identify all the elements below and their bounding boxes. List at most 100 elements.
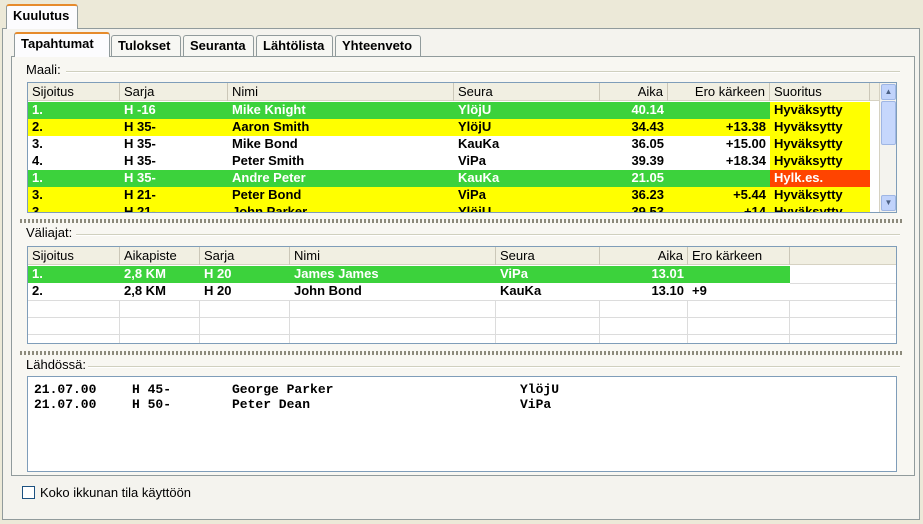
maali-cell: 2. (32, 119, 43, 134)
maali-cell: H 35- (124, 153, 156, 168)
maali-cell: Hyväksytty (770, 204, 870, 212)
valiajat-cell (688, 266, 790, 283)
maali-col-5[interactable]: Ero kärkeen (668, 83, 770, 101)
maali-grid[interactable]: Sijoitus Sarja Nimi Seura Aika Ero kärkeen Suo… (27, 82, 897, 213)
tab-kuulutus[interactable]: Kuulutus (6, 4, 78, 29)
maali-cell: YlöjU (458, 119, 492, 134)
lahdossa-time: 21.07.00 (34, 397, 97, 412)
valiajat-col-5[interactable]: Aika (600, 247, 688, 265)
maali-cell: Mike Bond (232, 136, 298, 151)
grid-line (28, 317, 896, 318)
table-row[interactable]: 1. H 35- Andre Peter KauKa 21.05 Hylk.es. (28, 170, 870, 187)
maali-cell: Mike Knight (232, 102, 306, 117)
valiajat-cell: KauKa (500, 283, 542, 298)
valiajat-cell: 13.01 (651, 266, 684, 281)
maali-cell: ViPa (458, 187, 486, 202)
valiajat-label: Väliajat: (26, 225, 73, 240)
maali-label: Maali: (26, 62, 61, 77)
valiajat-col-4[interactable]: Seura (496, 247, 600, 265)
scrollbar-thumb[interactable] (881, 101, 896, 145)
maali-cell: KauKa (458, 170, 500, 185)
maali-cell: 36.23 (631, 187, 664, 202)
maali-col-1[interactable]: Sarja (120, 83, 228, 101)
maali-cell: +18.34 (725, 153, 766, 168)
table-row[interactable]: 2. 2,8 KM H 20 John Bond KauKa 13.10 +9 (28, 283, 790, 300)
maali-cell: +5.44 (733, 187, 766, 202)
maali-cell: 3. (32, 204, 43, 213)
maali-cell: 21.05 (631, 170, 664, 185)
valiajat-cell: ViPa (500, 266, 528, 281)
maali-cell: Hyväksytty (770, 119, 870, 136)
grid-line (28, 334, 896, 335)
splitter-2[interactable] (20, 351, 902, 355)
valiajat-col-3[interactable]: Nimi (290, 247, 496, 265)
tab-tapahtumat[interactable]: Tapahtumat (14, 32, 110, 57)
valiajat-cell: 13.10 (651, 283, 684, 298)
maali-col-2[interactable]: Nimi (228, 83, 454, 101)
valiajat-cell: H 20 (204, 283, 232, 298)
maali-cell: YlöjU (458, 102, 492, 117)
valiajat-col-6[interactable]: Ero kärkeen (688, 247, 790, 265)
maali-cell: Andre Peter (232, 170, 306, 185)
maali-col-6[interactable]: Suoritus (770, 83, 870, 101)
maali-cell: 39.39 (631, 153, 664, 168)
valiajat-col-1[interactable]: Aikapiste (120, 247, 200, 265)
valiajat-divider (76, 234, 900, 236)
maali-col-3[interactable]: Seura (454, 83, 600, 101)
maali-cell: 3. (32, 136, 43, 151)
table-row[interactable]: 1. 2,8 KM H 20 James James ViPa 13.01 (28, 266, 790, 283)
maali-cell: H 21- (124, 187, 156, 202)
maali-cell: 1. (32, 102, 43, 117)
maali-divider (66, 71, 900, 73)
tab-tulokset[interactable]: Tulokset (111, 35, 181, 57)
valiajat-col-0[interactable]: Sijoitus (28, 247, 120, 265)
table-row[interactable]: 3. H 21- John Parker YlöjU 39.53 +14 Hyväksytt… (28, 204, 870, 213)
lahdossa-divider (88, 366, 900, 368)
table-row[interactable]: 1. H -16 Mike Knight YlöjU 40.14 Hyväksytty (28, 102, 870, 119)
maali-cell: Hyväksytty (770, 102, 870, 119)
valiajat-cell: 2,8 KM (124, 283, 166, 298)
maali-cell: KauKa (458, 136, 500, 151)
maali-cell (668, 102, 770, 119)
tab-lähtölista[interactable]: Lähtölista (256, 35, 333, 57)
maali-cell: H 21- (124, 204, 156, 213)
maali-cell: Aaron Smith (232, 119, 310, 134)
scroll-down-arrow-icon[interactable]: ▼ (881, 195, 896, 211)
maali-col-0[interactable]: Sijoitus (28, 83, 120, 101)
maali-cell: 40.14 (631, 102, 664, 117)
lahdossa-class: H 45- (132, 382, 172, 397)
maali-cell: H 35- (124, 136, 156, 151)
maali-cell: Peter Bond (232, 187, 302, 202)
maali-cell: John Parker (232, 204, 308, 213)
lahdossa-list[interactable]: 21.07.00 H 45- George Parker YlöjU 21.07.00 H… (27, 376, 897, 472)
table-row[interactable]: 3. H 35- Mike Bond KauKa 36.05 +15.00 Hyväksyt… (28, 136, 870, 153)
tab-seuranta[interactable]: Seuranta (183, 35, 254, 57)
maali-cell: H -16 (124, 102, 156, 117)
valiajat-cell: 2. (32, 283, 43, 298)
valiajat-cell: H 20 (204, 266, 232, 281)
maali-col-4[interactable]: Aika (600, 83, 668, 101)
table-row[interactable]: 3. H 21- Peter Bond ViPa 36.23 +5.44 Hyväksytt… (28, 187, 870, 204)
table-row[interactable]: 2. H 35- Aaron Smith YlöjU 34.43 +13.38 Hyväks… (28, 119, 870, 136)
scroll-up-arrow-icon[interactable]: ▲ (881, 84, 896, 100)
maali-cell: H 35- (124, 170, 156, 185)
fullscreen-checkbox[interactable] (22, 486, 35, 499)
splitter-1[interactable] (20, 219, 902, 223)
valiajat-col-2[interactable]: Sarja (200, 247, 290, 265)
maali-cell: 4. (32, 153, 43, 168)
fullscreen-checkbox-label[interactable]: Koko ikkunan tila käyttöön (40, 485, 191, 500)
maali-cell: Hyväksytty (770, 136, 870, 153)
maali-cell: 36.05 (631, 136, 664, 151)
valiajat-header: Sijoitus Aikapiste Sarja Nimi Seura Aika Ero k… (28, 247, 896, 265)
lahdossa-name: George Parker (232, 382, 334, 397)
valiajat-grid[interactable]: Sijoitus Aikapiste Sarja Nimi Seura Aika Ero k… (27, 246, 897, 344)
table-row[interactable]: 4. H 35- Peter Smith ViPa 39.39 +18.34 Hyväksy… (28, 153, 870, 170)
maali-cell: YlöjU (458, 204, 492, 213)
maali-cell: +15.00 (725, 136, 766, 151)
valiajat-cell: 2,8 KM (124, 266, 166, 281)
maali-scrollbar[interactable]: ▲ ▼ (879, 83, 896, 212)
maali-cell: 39.53 (631, 204, 664, 213)
lahdossa-time: 21.07.00 (34, 382, 97, 397)
tab-yhteenveto[interactable]: Yhteenveto (335, 35, 421, 57)
lahdossa-club: YlöjU (520, 382, 560, 397)
